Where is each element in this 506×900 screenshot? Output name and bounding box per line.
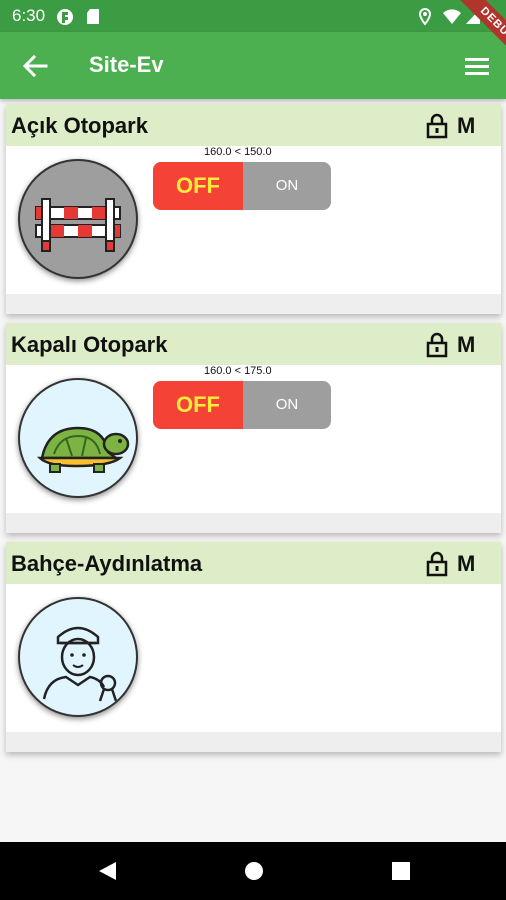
back-triangle-icon[interactable] (96, 860, 118, 882)
card-title: Kapalı Otopark (11, 332, 168, 357)
recents-square-icon[interactable] (390, 860, 412, 882)
card-footer (6, 513, 501, 533)
card-header: Bahçe-Aydınlatma M (6, 542, 501, 584)
system-nav-bar (0, 842, 506, 900)
threshold-text: 160.0 < 150.0 (204, 146, 272, 158)
wifi-icon (443, 9, 461, 24)
lock-icon[interactable] (426, 113, 448, 139)
toggle-off-option[interactable]: OFF (153, 381, 243, 429)
app-bar: Site-Ev (0, 32, 506, 99)
card-footer (6, 294, 501, 314)
hamburger-menu-icon[interactable] (462, 52, 492, 80)
card-header: Kapalı Otopark M (6, 323, 501, 365)
location-icon (418, 8, 432, 26)
page-title: Site-Ev (89, 52, 164, 77)
power-toggle[interactable]: OFF ON (153, 381, 331, 429)
mode-letter[interactable]: M (457, 332, 475, 358)
card-header: Açık Otopark M (6, 104, 501, 146)
device-card[interactable]: Kapalı Otopark M 160.0 < 175.0 OFF ON (6, 323, 501, 533)
device-card[interactable]: Bahçe-Aydınlatma M (6, 542, 501, 752)
person-icon (18, 597, 138, 717)
home-circle-icon[interactable] (243, 860, 265, 882)
flutter-icon (57, 9, 73, 25)
device-card[interactable]: Açık Otopark M 160.0 < 150.0 OFF ON (6, 104, 501, 314)
arrow-left-icon[interactable] (20, 51, 50, 81)
toggle-off-option[interactable]: OFF (153, 162, 243, 210)
threshold-text: 160.0 < 175.0 (204, 365, 272, 377)
barrier-icon (18, 159, 138, 279)
lock-icon[interactable] (426, 551, 448, 577)
power-toggle[interactable]: OFF ON (153, 162, 331, 210)
status-time: 6:30 (12, 6, 46, 25)
card-title: Bahçe-Aydınlatma (11, 551, 203, 576)
toggle-on-option[interactable]: ON (243, 381, 331, 429)
mode-letter[interactable]: M (457, 113, 475, 139)
mode-letter[interactable]: M (457, 551, 475, 577)
card-title: Açık Otopark (11, 113, 148, 138)
card-footer (6, 732, 501, 752)
turtle-icon (18, 378, 138, 498)
lock-icon[interactable] (426, 332, 448, 358)
toggle-on-option[interactable]: ON (243, 162, 331, 210)
status-bar: 6:30 (0, 0, 506, 32)
sd-card-icon (87, 9, 99, 24)
